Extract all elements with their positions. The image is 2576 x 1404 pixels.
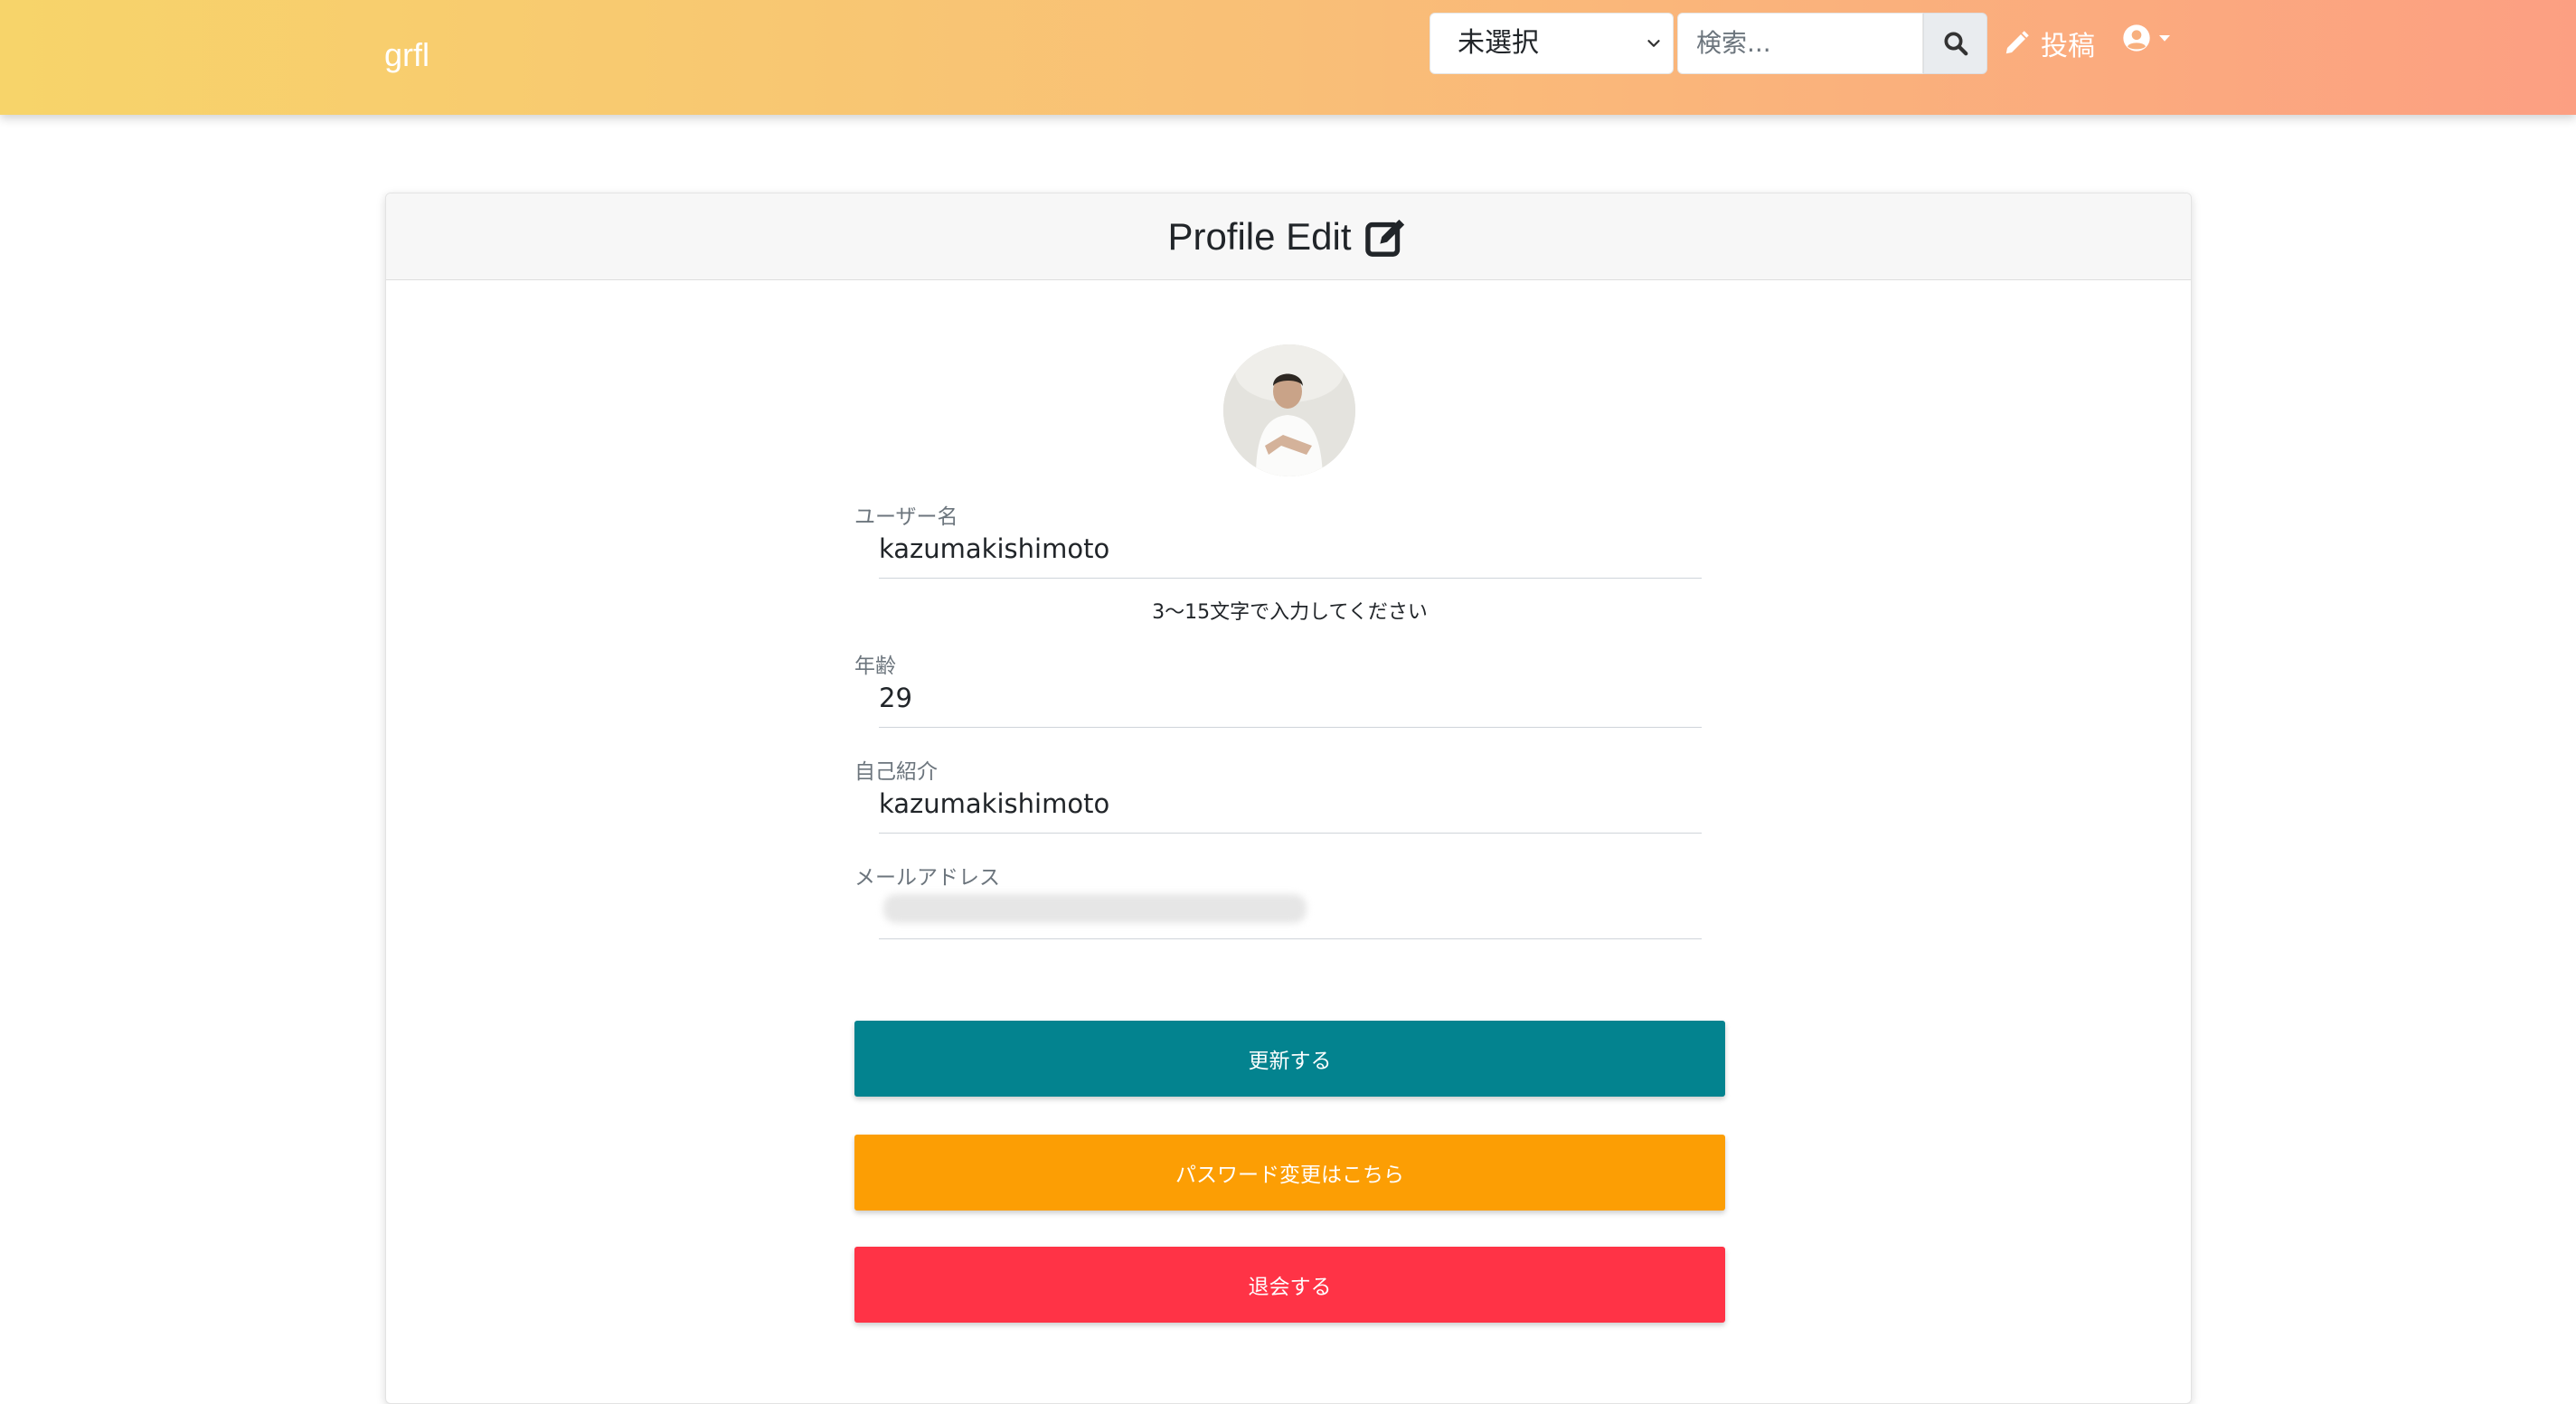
bio-field[interactable]: kazumakishimoto — [879, 788, 1702, 834]
age-field[interactable]: 29 — [879, 683, 1702, 728]
pencil-icon — [2005, 31, 2029, 54]
category-select[interactable]: 未選択 — [1430, 13, 1674, 74]
profile-edit-card: Profile Edit ユーザー名 kazumakishimoto 3〜15文… — [385, 193, 2192, 1404]
search-icon — [1944, 32, 1967, 56]
username-label: ユーザー名 — [854, 505, 958, 529]
user-circle-icon — [2123, 24, 2150, 52]
update-button[interactable]: 更新する — [854, 1021, 1725, 1097]
bio-label: 自己紹介 — [854, 760, 938, 784]
age-label: 年齢 — [854, 655, 896, 678]
caret-down-icon — [2159, 35, 2170, 42]
page-title: Profile Edit — [1167, 214, 1352, 258]
search-placeholder: 検索... — [1696, 28, 1771, 58]
chevron-down-icon — [1647, 40, 1660, 47]
email-label: メールアドレス — [854, 866, 1000, 890]
brand-logo[interactable]: grfl — [384, 36, 429, 74]
email-field[interactable] — [879, 894, 1702, 939]
username-field[interactable]: kazumakishimoto — [879, 533, 1702, 579]
post-label: 投稿 — [2041, 31, 2095, 62]
username-helper-text: 3〜15文字で入力してください — [1152, 601, 1428, 624]
edit-icon — [1364, 219, 1404, 257]
post-link[interactable]: 投稿 — [2003, 24, 2095, 63]
avatar-photo — [1223, 344, 1355, 476]
email-value-redacted — [883, 894, 1307, 923]
withdraw-button[interactable]: 退会する — [854, 1247, 1725, 1323]
user-menu-toggle[interactable] — [2122, 22, 2173, 54]
search-button[interactable] — [1923, 13, 1987, 74]
card-header: Profile Edit — [386, 193, 2191, 280]
avatar[interactable] — [1223, 344, 1355, 476]
change-password-button[interactable]: パスワード変更はこちら — [854, 1135, 1725, 1211]
search-input[interactable]: 検索... — [1677, 13, 1923, 74]
navbar: grfl 未選択 検索... 投稿 — [0, 0, 2576, 115]
category-select-value: 未選択 — [1458, 27, 1539, 59]
